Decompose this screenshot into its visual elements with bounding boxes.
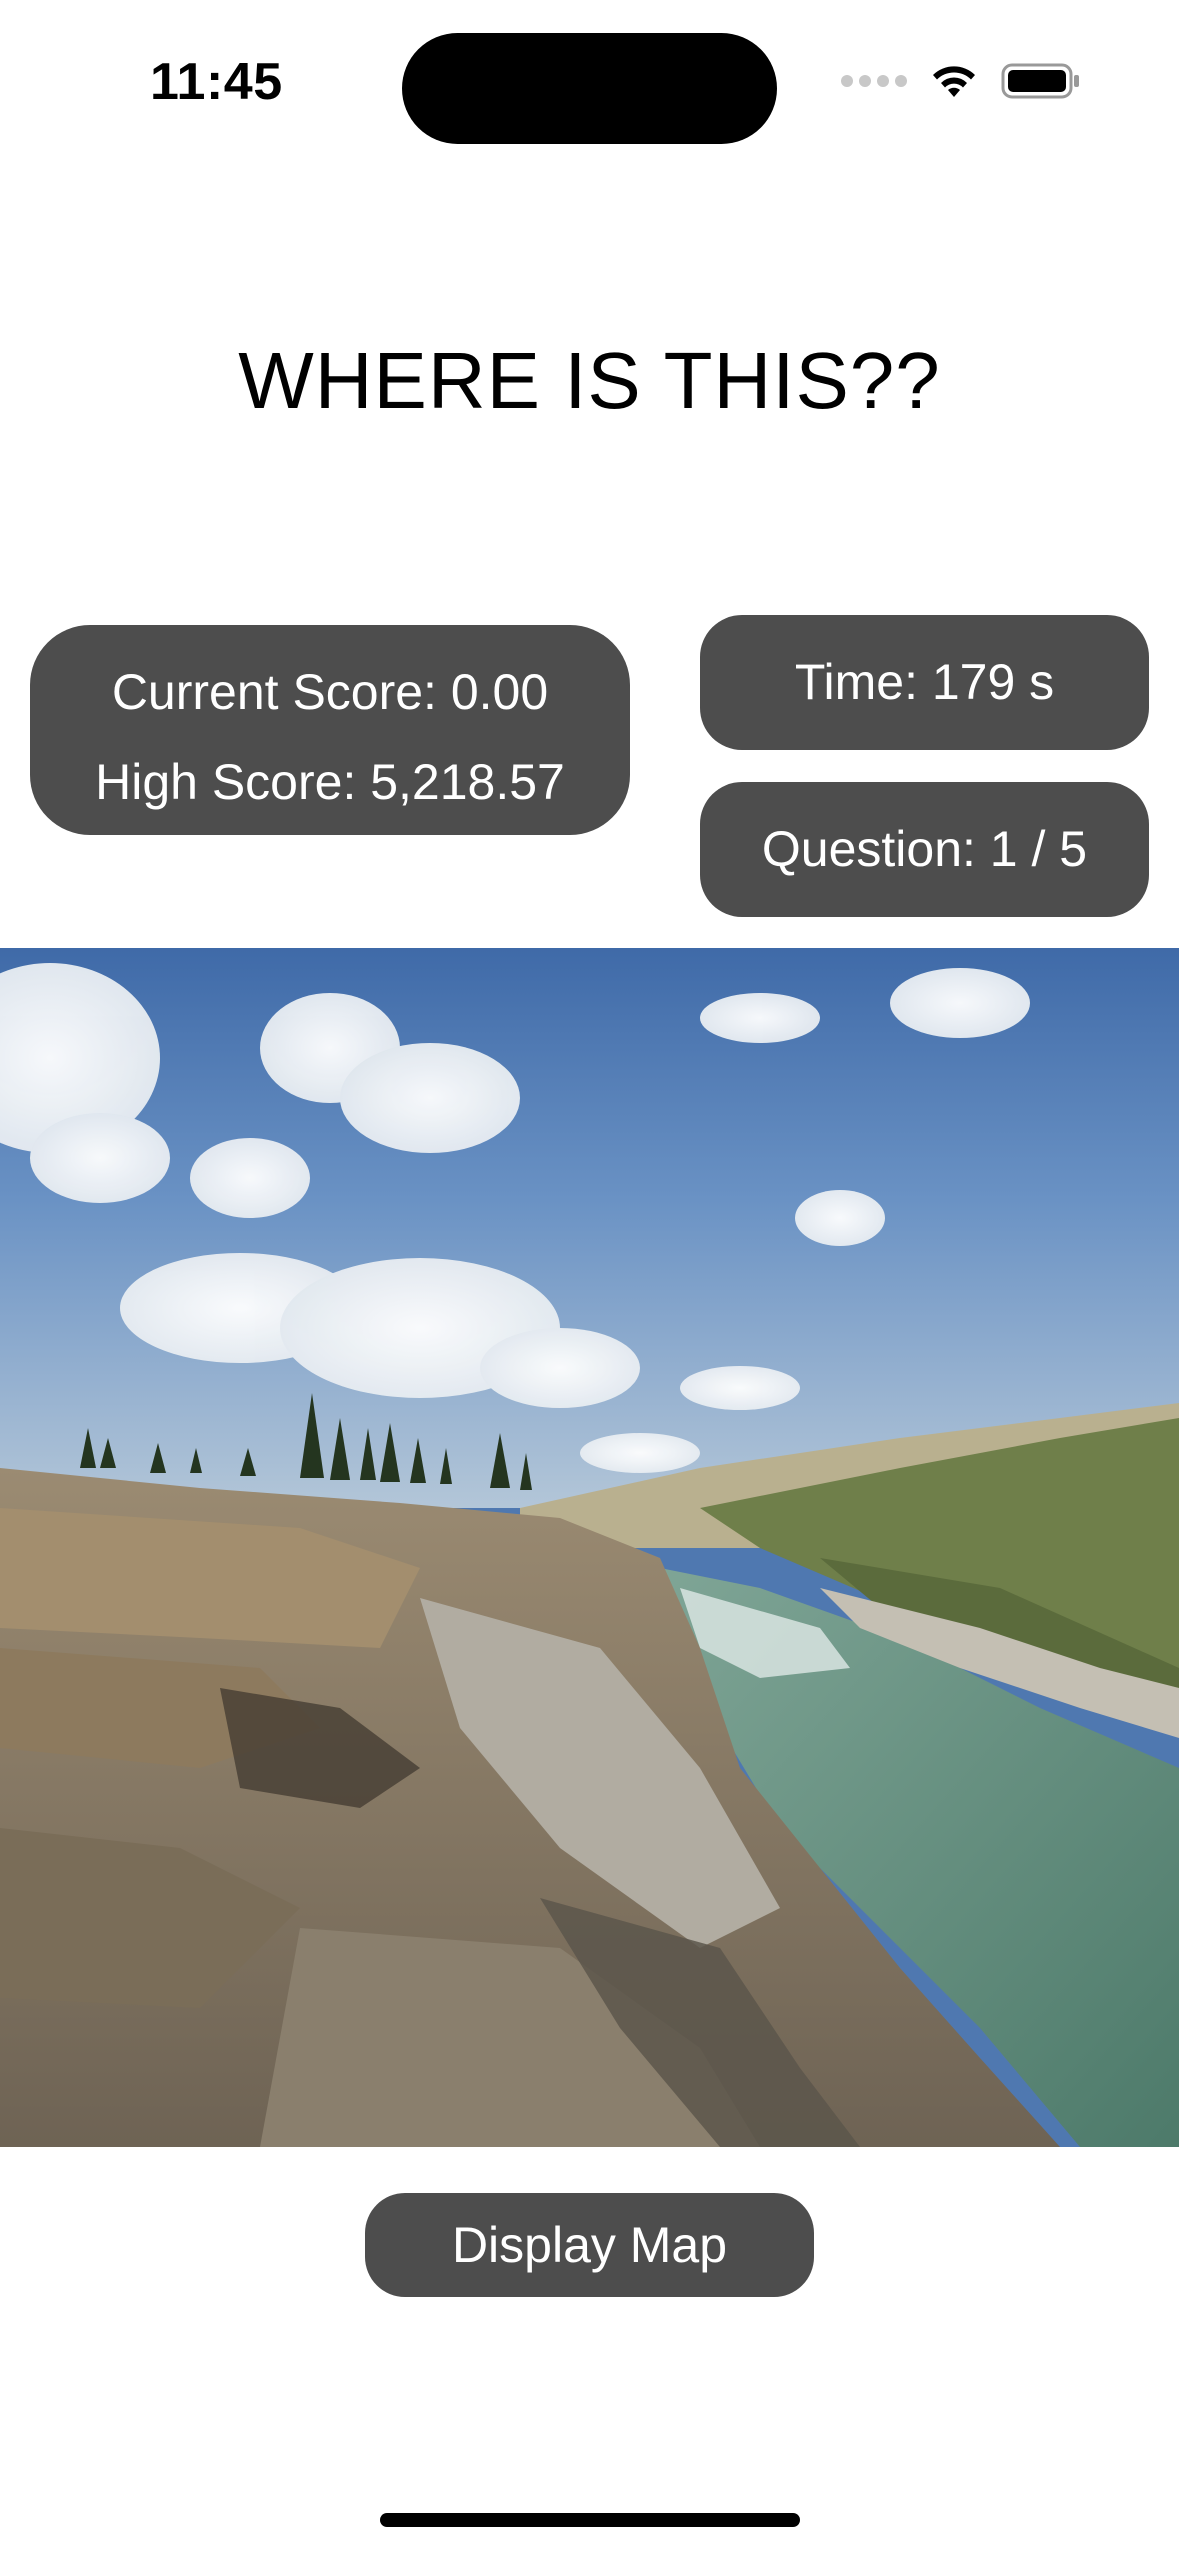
time-remaining-label: Time: 179 s [700,615,1149,750]
wifi-icon [933,66,975,97]
page-title: WHERE IS THIS?? [238,336,941,425]
current-score-label: Current Score: 0.00 [111,664,549,720]
home-indicator[interactable] [380,2513,800,2527]
high-score-label: High Score: 5,218.57 [95,754,565,810]
signal-dots-icon [841,75,907,87]
status-time: 11:45 [150,53,283,111]
score-panel: Current Score: 0.00 High Score: 5,218.57 [30,625,630,835]
question-counter-label: Question: 1 / 5 [700,782,1149,917]
dynamic-island [402,33,777,144]
battery-icon [1001,63,1079,99]
display-map-button[interactable]: Display Map [365,2193,814,2297]
street-view-photo [0,948,1179,2147]
status-icons [841,62,1081,100]
